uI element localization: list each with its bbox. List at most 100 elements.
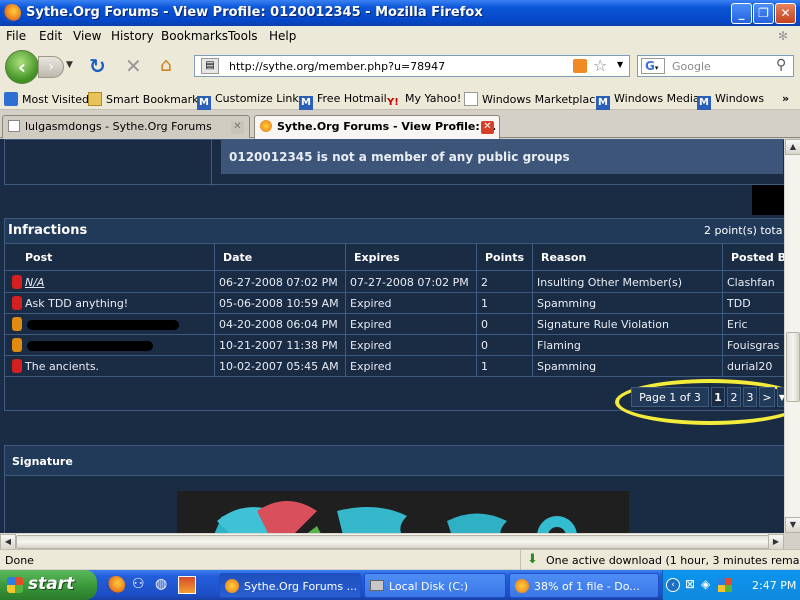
menu-view[interactable]: View <box>73 29 101 43</box>
rss-feed-icon[interactable] <box>573 59 587 73</box>
redaction-scribble <box>27 320 179 330</box>
bookmark-my-yahoo[interactable]: Y! My Yahoo! <box>387 92 461 110</box>
bookmark-windows-media[interactable]: M Windows Media <box>596 92 700 110</box>
tab-view-profile[interactable]: Sythe.Org Forums - View Profile: ... ✕ <box>254 115 500 139</box>
url-bar[interactable]: ▤ http://sythe.org/member.php?u=78947 ☆ … <box>194 55 630 77</box>
search-icon[interactable]: ⚲ <box>776 57 786 73</box>
column-reason[interactable]: Reason <box>533 244 723 272</box>
search-box[interactable]: G▾ Google ⚲ <box>637 55 794 77</box>
tray-app-icon[interactable] <box>718 578 732 592</box>
search-input[interactable]: Google <box>672 60 711 73</box>
scroll-right-button[interactable]: ▶ <box>768 534 784 550</box>
infractions-rows: N/A 06-27-2008 07:02 PM 07-27-2008 07:02… <box>5 272 784 377</box>
tab-close-icon[interactable]: ✕ <box>481 121 494 134</box>
table-row: Ask TDD anything! 05-06-2008 10:59 AM Ex… <box>5 293 784 314</box>
bookmark-windows-marketplace[interactable]: Windows Marketplace <box>464 92 602 106</box>
task-download[interactable]: 38% of 1 file - Do... <box>509 573 659 598</box>
msn-icon: M <box>197 96 211 110</box>
post-link[interactable] <box>21 335 215 356</box>
next-page-button[interactable]: > <box>759 387 775 407</box>
posted-by-link[interactable]: durial20 <box>723 356 784 377</box>
column-date[interactable]: Date <box>215 244 346 272</box>
firefox-icon <box>225 579 239 593</box>
minimize-button[interactable]: _ <box>731 3 752 24</box>
reason-cell: Spamming <box>533 293 723 314</box>
task-firefox[interactable]: Sythe.Org Forums ... <box>219 573 361 598</box>
groups-message: 0120012345 is not a member of any public… <box>221 140 783 174</box>
menu-bookmarks[interactable]: Bookmarks <box>161 29 228 43</box>
bookmarks-overflow-icon[interactable]: » <box>782 92 789 105</box>
menu-file[interactable]: File <box>6 29 26 43</box>
bookmark-free-hotmail[interactable]: M Free Hotmail <box>299 92 387 110</box>
divider <box>211 140 212 186</box>
expires-cell: Expired <box>346 335 477 356</box>
scroll-up-button[interactable]: ▲ <box>785 139 800 155</box>
bookmark-customize-links[interactable]: M Customize Links <box>197 92 305 110</box>
quicklaunch-app-icon[interactable]: ◍ <box>155 576 173 594</box>
page-icon <box>464 92 478 106</box>
home-icon[interactable]: ⌂ <box>160 54 172 76</box>
page-2-button[interactable]: 2 <box>727 387 741 407</box>
url-dropdown-icon[interactable]: ▼ <box>617 60 623 69</box>
column-points[interactable]: Points <box>477 244 533 272</box>
bookmarks-toolbar: Most Visited Smart Bookmarks M Customize … <box>0 88 800 110</box>
maximize-button[interactable]: ❐ <box>753 3 774 24</box>
history-dropdown-icon[interactable]: ▼ <box>66 60 73 70</box>
site-identity-icon[interactable]: ▤ <box>201 58 219 74</box>
column-post[interactable]: Post <box>17 244 215 272</box>
search-engine-icon[interactable]: G▾ <box>641 58 665 74</box>
post-link[interactable]: Ask TDD anything! <box>21 293 215 314</box>
expires-cell: Expired <box>346 314 477 335</box>
menu-edit[interactable]: Edit <box>39 29 62 43</box>
pagination-menu-icon[interactable]: ▼ <box>777 387 784 407</box>
posted-by-link[interactable]: Eric <box>723 314 784 335</box>
menu-history[interactable]: History <box>111 29 154 43</box>
groups-panel: 0120012345 is not a member of any public… <box>4 139 784 186</box>
back-button[interactable]: ‹ <box>5 50 39 84</box>
bookmark-star-icon[interactable]: ☆ <box>593 56 607 75</box>
msn-icon: M <box>697 96 711 110</box>
points-cell: 1 <box>477 293 533 314</box>
task-local-disk[interactable]: Local Disk (C:) <box>364 573 506 598</box>
horizontal-scrollbar[interactable]: ◀ ▶ <box>0 533 784 550</box>
reload-icon[interactable]: ↻ <box>89 54 106 78</box>
start-button[interactable]: start <box>0 570 97 600</box>
tab-close-icon[interactable]: ✕ <box>231 121 244 134</box>
quicklaunch-winrar-icon[interactable] <box>178 576 196 594</box>
column-posted-by[interactable]: Posted B <box>723 244 784 272</box>
vertical-scroll-thumb[interactable] <box>786 332 800 402</box>
scroll-left-button[interactable]: ◀ <box>0 534 16 550</box>
scroll-down-button[interactable]: ▼ <box>785 517 800 533</box>
date-cell: 10-02-2007 05:45 AM <box>215 356 346 377</box>
download-status[interactable]: One active download (1 hour, 3 minutes r… <box>546 554 800 567</box>
posted-by-link[interactable]: Fouisgras <box>723 335 784 356</box>
bookmark-smart-bookmarks[interactable]: Smart Bookmarks <box>88 92 204 106</box>
yahoo-icon: Y! <box>387 97 399 108</box>
column-expires[interactable]: Expires <box>346 244 477 272</box>
status-text: Done <box>5 554 34 567</box>
bookmark-most-visited[interactable]: Most Visited <box>4 92 89 106</box>
posted-by-link[interactable]: TDD <box>723 293 784 314</box>
page-3-button[interactable]: 3 <box>743 387 757 407</box>
quicklaunch-messenger-icon[interactable]: ⚇ <box>132 576 150 594</box>
stop-icon[interactable]: ✕ <box>125 54 142 78</box>
points-cell: 0 <box>477 335 533 356</box>
forward-button[interactable]: › <box>38 56 64 78</box>
page-1-button[interactable]: 1 <box>711 387 725 407</box>
infractions-title: Infractions <box>8 223 88 238</box>
vertical-scrollbar[interactable]: ▲ ▼ <box>784 139 800 533</box>
quicklaunch-firefox-icon[interactable] <box>107 576 125 594</box>
menu-help[interactable]: Help <box>269 29 296 43</box>
post-link[interactable]: The ancients. <box>21 356 215 377</box>
post-link[interactable] <box>21 314 215 335</box>
post-link[interactable]: N/A <box>21 272 215 293</box>
tray-security-icon[interactable]: ◈ <box>701 577 710 591</box>
tray-network-icon[interactable]: ⊠ <box>685 577 695 591</box>
horizontal-scroll-thumb[interactable] <box>16 535 772 549</box>
bookmark-windows[interactable]: M Windows <box>697 92 764 110</box>
posted-by-link[interactable]: Clashfan <box>723 272 784 293</box>
close-button[interactable]: ✕ <box>775 3 796 24</box>
tab-lulgasmdongs[interactable]: lulgasmdongs - Sythe.Org Forums ✕ <box>2 115 250 138</box>
tray-expand-icon[interactable]: ‹ <box>666 578 680 592</box>
menu-tools[interactable]: Tools <box>228 29 258 43</box>
